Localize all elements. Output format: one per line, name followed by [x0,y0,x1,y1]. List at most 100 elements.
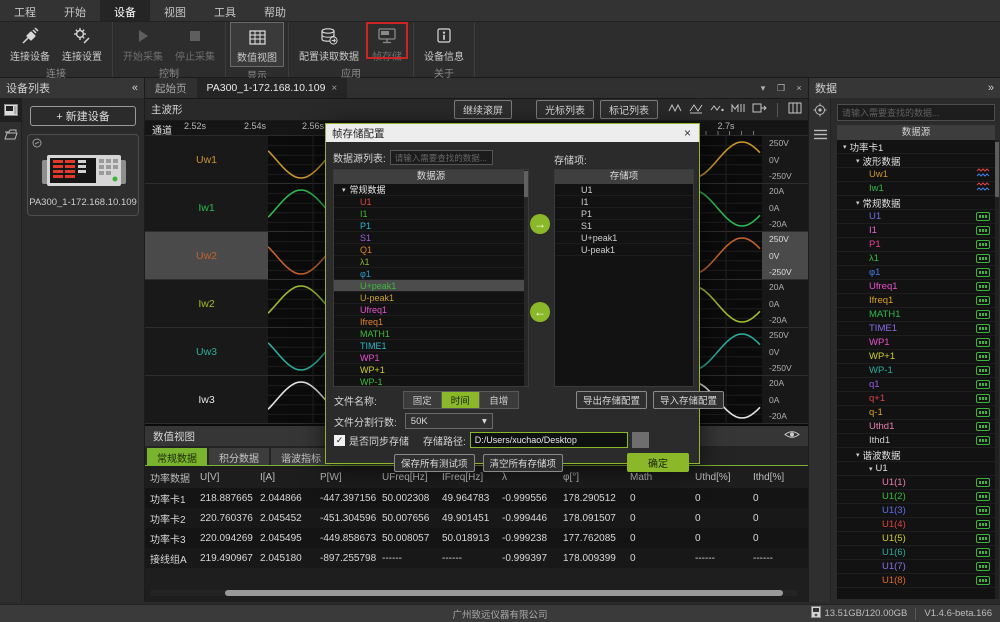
tree-item-row[interactable]: TIME1 [837,322,995,336]
dialog-source-item[interactable]: S1 [334,232,528,244]
tree-collapse-icon[interactable]: ▾ [856,199,860,207]
dialog-target-item[interactable]: U1 [555,184,693,196]
hscroll-thumb[interactable] [225,590,783,596]
clear-all-items-button[interactable]: 清空所有存储项 [483,454,564,472]
dialog-titlebar[interactable]: 帧存储配置 × [326,124,699,142]
config-read-data-button[interactable]: 配置读取数据 [293,22,365,65]
dialog-source-item[interactable]: φ1 [334,268,528,280]
tree-collapse-icon[interactable]: ▾ [856,157,860,165]
tree-item-row[interactable]: Uw1 [837,168,995,182]
dialog-target-item[interactable]: U-peak1 [555,244,693,256]
dialog-source-item[interactable]: λ1 [334,256,528,268]
fit-wave-icon[interactable] [689,102,704,117]
tree-group-row[interactable]: ▾波形数据 [837,154,995,168]
tree-group-row[interactable]: ▾功率卡1 [837,140,995,154]
tree-collapse-icon[interactable]: ▾ [856,451,860,459]
remove-item-button[interactable]: ← [530,302,550,322]
tree-item-row[interactable]: WP1 [837,336,995,350]
marker-list-button[interactable]: 标记列表 [600,100,658,119]
device-info-button[interactable]: 设备信息 [418,22,470,65]
expand-panel-icon[interactable]: » [988,82,994,94]
data-list-icon[interactable] [809,122,831,146]
tree-item-row[interactable]: q+1 [837,392,995,406]
menu-item-device[interactable]: 设备 [100,0,150,21]
measure-icon[interactable] [731,102,746,117]
point-wave-icon[interactable] [710,102,725,117]
project-folder-icon[interactable] [0,122,22,146]
dialog-source-item[interactable]: P1 [334,220,528,232]
tree-item-row[interactable]: U1(5) [837,532,995,546]
tree-item-row[interactable]: U1(3) [837,504,995,518]
menu-item-start[interactable]: 开始 [50,0,100,21]
dialog-close-icon[interactable]: × [682,126,693,140]
connect-device-button[interactable]: 连接设备 [4,22,56,65]
tree-item-row[interactable]: q1 [837,378,995,392]
channel-label-uw3[interactable]: Uw3 [145,328,268,375]
file-name-option-1[interactable]: 时间 [442,392,480,408]
dialog-source-item[interactable]: U+peak1 [334,280,528,292]
dialog-source-item[interactable]: U-peak1 [334,292,528,304]
channel-label-iw2[interactable]: Iw2 [145,280,268,327]
dialog-source-item[interactable]: WP-1 [334,376,528,387]
data-search-input[interactable] [837,104,995,121]
data-panel-scrollbar[interactable] [995,140,999,599]
tree-item-row[interactable]: P1 [837,238,995,252]
visibility-eye-icon[interactable] [784,429,800,443]
dialog-source-item[interactable]: TIME1 [334,340,528,352]
dialog-source-item[interactable]: Ifreq1 [334,316,528,328]
channel-label-uw2[interactable]: Uw2 [145,232,268,279]
tree-group-row[interactable]: ▾谐波数据 [837,448,995,462]
new-device-button[interactable]: + 新建设备 [30,106,136,126]
tree-item-row[interactable]: U1(8) [837,574,995,588]
tree-collapse-icon[interactable]: ▾ [342,186,346,194]
source-list-scrollbar[interactable] [524,170,528,386]
tree-item-row[interactable]: WP-1 [837,364,995,378]
dialog-source-item[interactable]: WP+1 [334,364,528,376]
tab-close-icon[interactable]: × [331,83,337,94]
numeric-tab[interactable]: 谐波指标 [271,448,331,465]
tree-item-row[interactable]: U1(7) [837,560,995,574]
tree-item-row[interactable]: λ1 [837,252,995,266]
dialog-source-item[interactable]: Ufreq1 [334,304,528,316]
tree-item-row[interactable]: I1 [837,224,995,238]
cursor-list-button[interactable]: 光标列表 [536,100,594,119]
dialog-source-item[interactable]: WP1 [334,352,528,364]
tree-group-row[interactable]: ▾U1 [837,462,995,476]
dialog-source-item[interactable]: Q1 [334,244,528,256]
tree-group-row[interactable]: ▾常规数据 [837,196,995,210]
menu-item-view[interactable]: 视图 [150,0,200,21]
save-all-tests-button[interactable]: 保存所有测试项 [394,454,475,472]
table-row[interactable]: 功率卡1218.8876652.044866-447.39715650.0023… [145,488,808,508]
channel-label-uw1[interactable]: Uw1 [145,136,268,183]
tree-item-row[interactable]: U1(4) [837,518,995,532]
connect-settings-button[interactable]: 连接设置 [56,22,108,65]
collapse-panel-icon[interactable]: « [132,82,138,94]
dialog-target-item[interactable]: P1 [555,208,693,220]
pane-float-icon[interactable]: ❐ [772,78,790,98]
dialog-source-group[interactable]: ▾常规数据 [334,184,528,196]
tree-item-row[interactable]: Ufreq1 [837,280,995,294]
dialog-search-input[interactable] [390,150,493,165]
dialog-target-item[interactable]: I1 [555,196,693,208]
export-config-button[interactable]: 导出存储配置 [576,391,647,409]
tree-collapse-icon[interactable]: ▾ [843,143,847,151]
tree-item-row[interactable]: WP+1 [837,350,995,364]
storage-path-input[interactable] [470,432,628,448]
file-name-option-2[interactable]: 自增 [480,392,518,408]
table-row[interactable]: 接线组A219.4909672.045180-897.255798-------… [145,548,808,568]
table-row[interactable]: 功率卡2220.7603762.045452-451.30459650.0076… [145,508,808,528]
sync-storage-checkbox[interactable]: ✓ [334,435,345,446]
pane-close-icon[interactable]: × [790,78,808,98]
doc-tab-home[interactable]: 起始页 [145,78,197,98]
browse-path-button[interactable] [632,432,649,448]
numeric-view-button[interactable]: 数值视图 [230,22,284,67]
add-item-button[interactable]: → [530,214,550,234]
tree-item-row[interactable]: Ifreq1 [837,294,995,308]
doc-tab-pa300[interactable]: PA300_1-172.168.10.109× [197,78,348,98]
table-row[interactable]: 功率卡3220.0942692.045495-449.85867350.0080… [145,528,808,548]
device-card[interactable]: PA300_1-172.168.10.109 [27,134,139,216]
tree-item-row[interactable]: Ithd1 [837,434,995,448]
zoom-wave-icon[interactable] [668,102,683,117]
file-split-dropdown[interactable]: 50K ▾ [405,413,493,429]
tree-item-row[interactable]: U1(1) [837,476,995,490]
